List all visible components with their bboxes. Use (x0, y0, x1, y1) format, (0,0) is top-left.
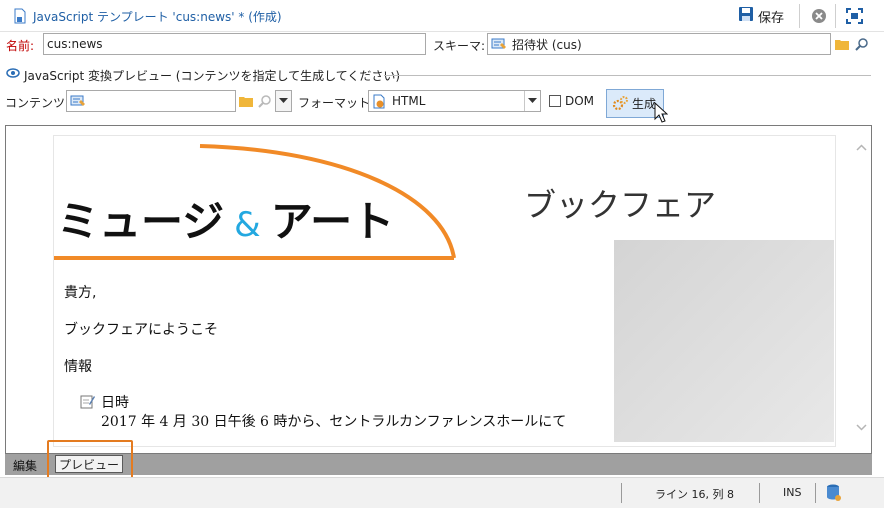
toolbar-separator (835, 4, 836, 28)
document-heading: ブックフェア (524, 186, 717, 224)
format-value: HTML (392, 94, 426, 108)
tab-preview-label: プレビュー (58, 457, 119, 472)
database-icon[interactable] (826, 484, 842, 505)
dom-label: DOM (565, 94, 595, 108)
cursor-position: ライン 16, 列 8 (655, 488, 734, 501)
window-title: JavaScript テンプレート 'cus:news' * (作成) (33, 10, 282, 24)
format-select[interactable]: HTML (368, 90, 541, 112)
eye-icon (6, 67, 20, 82)
preview-group-title: JavaScript 変換プレビュー (コンテンツを指定して生成してください) (24, 69, 401, 83)
info-heading: 情報 (64, 359, 92, 375)
scroll-down-icon[interactable] (856, 420, 867, 434)
tab-edit[interactable]: 編集 (13, 457, 37, 474)
tab-preview[interactable]: プレビュー (55, 455, 123, 473)
content-field[interactable] (66, 90, 236, 112)
chevron-down-icon (528, 98, 537, 103)
maximize-icon[interactable] (846, 8, 863, 27)
schema-field[interactable]: 招待状 (cus) (487, 33, 831, 55)
view-tab-bar (5, 454, 872, 475)
newsletter-document: ミュージ & アート ブックフェア 貴方, ブックフェアにようこそ 情報 日時 … (53, 135, 836, 447)
title-bar: JavaScript テンプレート 'cus:news' * (作成) 保存 (0, 0, 884, 32)
vertical-scrollbar[interactable] (851, 126, 871, 453)
chevron-down-icon (279, 98, 288, 103)
search-icon[interactable] (853, 34, 870, 54)
content-label: コンテンツ: (5, 96, 70, 110)
name-value: cus:news (47, 37, 103, 51)
close-icon[interactable] (811, 8, 827, 27)
name-label: 名前: (6, 39, 35, 53)
status-separator (815, 483, 816, 503)
date-label: 日時 (101, 395, 129, 411)
content-dropdown-button[interactable] (275, 90, 292, 112)
content-search-icon[interactable] (256, 91, 273, 111)
image-placeholder (614, 240, 834, 442)
name-field[interactable]: cus:news (43, 33, 426, 55)
insert-mode: INS (783, 486, 802, 499)
logo: ミュージ & アート (57, 188, 394, 249)
floppy-disk-icon (738, 6, 754, 26)
preview-pane: ミュージ & アート ブックフェア 貴方, ブックフェアにようこそ 情報 日時 … (5, 125, 872, 454)
status-separator (759, 483, 760, 503)
dom-checkbox[interactable] (549, 95, 561, 107)
generate-label: 生成 (632, 97, 657, 111)
toolbar-separator (799, 4, 800, 28)
date-detail: 2017 年 4 月 30 日午後 6 時から、セントラルカンファレンスホールに… (101, 414, 567, 430)
schema-label: スキーマ: (433, 39, 486, 53)
mouse-cursor-icon (654, 101, 669, 127)
logo-ampersand: & (234, 205, 261, 245)
group-divider (384, 75, 871, 76)
status-separator (621, 483, 622, 503)
html-file-icon (372, 94, 386, 109)
welcome-text: ブックフェアにようこそ (64, 322, 218, 338)
content-icon (70, 94, 86, 108)
gears-icon (612, 95, 629, 112)
document-icon (14, 8, 26, 27)
format-dropdown-arrow (524, 91, 540, 111)
logo-text-right: アート (270, 197, 395, 246)
greeting-text: 貴方, (64, 285, 97, 301)
schema-value: 招待状 (cus) (512, 37, 582, 52)
status-bar: ライン 16, 列 8 INS (0, 477, 884, 508)
format-label: フォーマット: (298, 96, 375, 110)
save-label: 保存 (758, 10, 785, 26)
schema-icon (491, 37, 507, 51)
memo-icon (80, 394, 95, 412)
logo-text-left: ミュージ (57, 197, 225, 246)
scroll-up-icon[interactable] (856, 140, 867, 154)
content-folder-icon[interactable] (237, 91, 254, 111)
folder-icon[interactable] (833, 34, 850, 54)
save-button[interactable]: 保存 (738, 6, 784, 26)
